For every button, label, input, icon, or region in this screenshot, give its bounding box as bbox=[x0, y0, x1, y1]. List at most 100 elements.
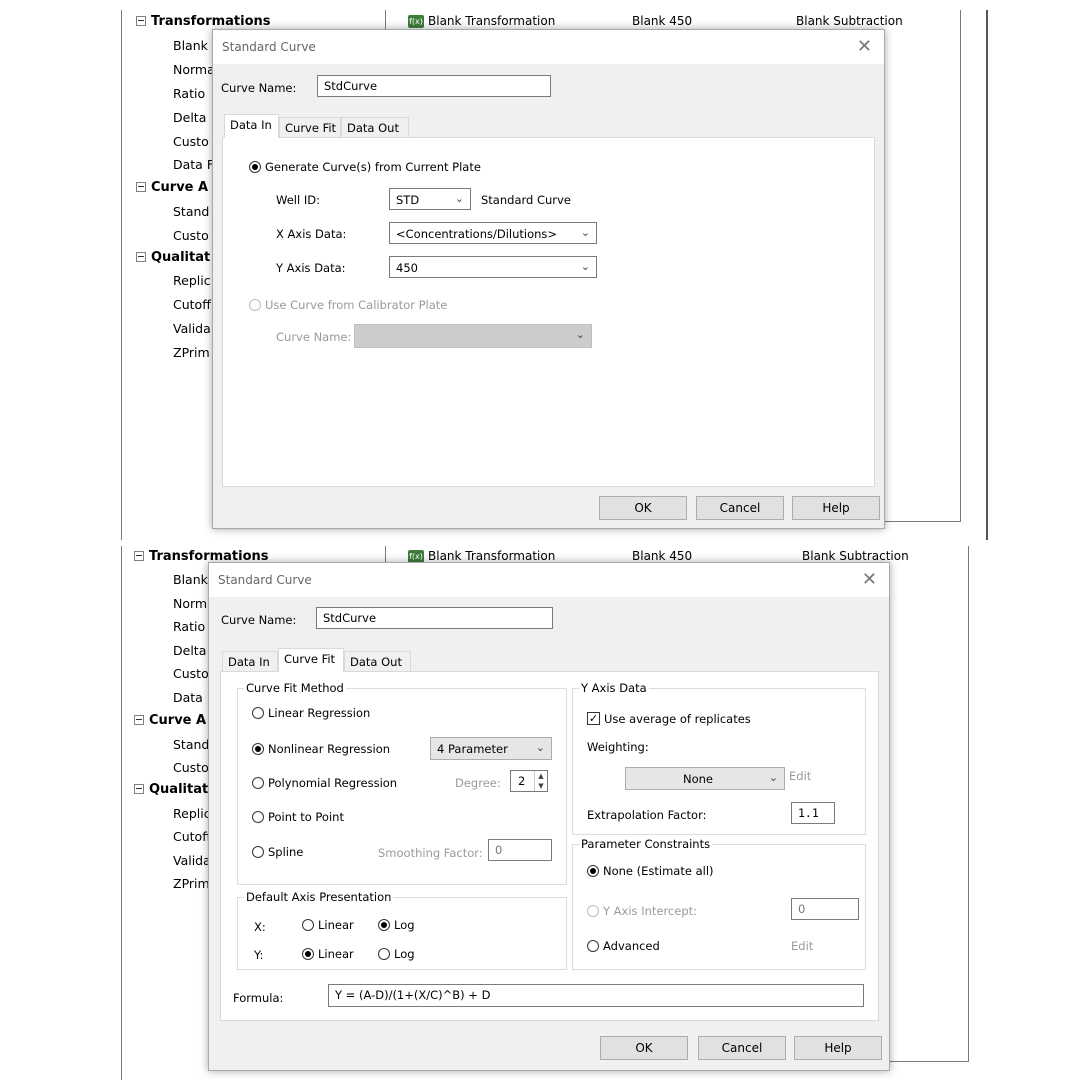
tree-item-ratio[interactable]: Ratio bbox=[173, 619, 205, 634]
calibrator-plate-radio[interactable]: Use Curve from Calibrator Plate bbox=[249, 298, 447, 312]
tab-data-out[interactable]: Data Out bbox=[344, 651, 411, 672]
tab-data-in[interactable]: Data In bbox=[224, 114, 279, 138]
tree-node-qualitative[interactable]: Qualitat bbox=[134, 782, 208, 797]
collapse-icon[interactable] bbox=[134, 550, 144, 561]
extrapolation-factor-input[interactable]: 1.1 bbox=[791, 802, 835, 824]
tree-item-data[interactable]: Data F bbox=[173, 157, 214, 172]
point-to-point-radio[interactable]: Point to Point bbox=[252, 810, 344, 824]
chevron-down-icon: ⌄ bbox=[454, 192, 464, 205]
screenshot-panel-data-in: Transformations Blank Norma Ratio Delta … bbox=[0, 0, 1080, 540]
none-estimate-radio[interactable]: None (Estimate all) bbox=[587, 864, 714, 878]
degree-spinner[interactable]: 2 ▲ ▼ bbox=[510, 770, 548, 792]
transformation-row-name[interactable]: f(x) Blank Transformation bbox=[408, 549, 555, 563]
collapse-icon[interactable] bbox=[136, 15, 146, 26]
tree-item-standard[interactable]: Stand bbox=[173, 737, 209, 752]
y-log-radio[interactable]: Log bbox=[378, 947, 415, 961]
help-button[interactable]: Help bbox=[792, 496, 880, 520]
dialog-title: Standard Curve bbox=[222, 40, 316, 54]
tree-item-standard[interactable]: Stand bbox=[173, 204, 209, 219]
close-icon[interactable]: ✕ bbox=[862, 569, 877, 590]
x-log-radio[interactable]: Log bbox=[378, 918, 415, 932]
tree-node-qualitative[interactable]: Qualitat bbox=[136, 250, 210, 265]
calibrator-curve-select[interactable]: ⌄ bbox=[354, 324, 592, 348]
collapse-icon[interactable] bbox=[136, 181, 146, 192]
tree-item-norma[interactable]: Norma bbox=[173, 62, 215, 77]
smoothing-factor-input[interactable]: 0 bbox=[488, 839, 552, 861]
curve-name-input[interactable]: StdCurve bbox=[317, 75, 551, 97]
tree-item-blank[interactable]: Blank bbox=[173, 38, 208, 53]
advanced-radio[interactable]: Advanced bbox=[587, 939, 660, 953]
tree-item-ratio[interactable]: Ratio bbox=[173, 86, 205, 101]
nonlinear-model-select[interactable]: 4 Parameter ⌄ bbox=[430, 737, 552, 760]
y-intercept-radio[interactable]: Y Axis Intercept: bbox=[587, 904, 697, 918]
tab-curve-fit[interactable]: Curve Fit bbox=[278, 648, 344, 672]
cancel-button[interactable]: Cancel bbox=[696, 496, 784, 520]
tree-item-cutoff[interactable]: Cutoff bbox=[173, 829, 211, 844]
nonlinear-regression-radio[interactable]: Nonlinear Regression bbox=[252, 742, 390, 756]
ok-button[interactable]: OK bbox=[599, 496, 687, 520]
cancel-button[interactable]: Cancel bbox=[698, 1036, 786, 1060]
chevron-down-icon: ⌄ bbox=[768, 771, 778, 784]
tree-item-zprime[interactable]: ZPrim bbox=[173, 345, 210, 360]
weighting-edit-link[interactable]: Edit bbox=[789, 769, 811, 783]
radio-empty-icon bbox=[302, 918, 314, 931]
transformation-row-name[interactable]: f(x) Blank Transformation bbox=[408, 14, 555, 28]
tree-item-blank[interactable]: Blank bbox=[173, 572, 208, 587]
ok-button[interactable]: OK bbox=[600, 1036, 688, 1060]
polynomial-regression-radio[interactable]: Polynomial Regression bbox=[252, 776, 397, 790]
dialog-titlebar[interactable]: Standard Curve ✕ bbox=[209, 563, 889, 597]
window-border-right bbox=[986, 10, 988, 540]
tree-item-validation[interactable]: Valida bbox=[173, 853, 211, 868]
tree-item-replicates[interactable]: Replic bbox=[173, 806, 211, 821]
use-average-checkbox[interactable]: ✓ Use average of replicates bbox=[587, 712, 751, 726]
y-axis-data-label: Y Axis Data: bbox=[276, 261, 346, 275]
list-border-right bbox=[960, 10, 961, 522]
radio-selected-icon bbox=[302, 947, 314, 960]
x-axis-data-select[interactable]: <Concentrations/Dilutions> ⌄ bbox=[389, 222, 597, 244]
tree-node-curve-analysis[interactable]: Curve A bbox=[134, 713, 206, 728]
tree-item-cutoff[interactable]: Cutoff bbox=[173, 297, 211, 312]
advanced-edit-link[interactable]: Edit bbox=[791, 939, 813, 953]
close-icon[interactable]: ✕ bbox=[857, 36, 872, 57]
radio-empty-icon bbox=[252, 776, 264, 789]
collapse-icon[interactable] bbox=[136, 251, 146, 262]
tree-item-custom-curve[interactable]: Custo bbox=[173, 760, 209, 775]
tree-node-transformations[interactable]: Transformations bbox=[136, 14, 271, 29]
dialog-titlebar[interactable]: Standard Curve ✕ bbox=[213, 30, 884, 64]
tree-item-delta[interactable]: Delta bbox=[173, 643, 206, 658]
well-id-select[interactable]: STD ⌄ bbox=[389, 188, 471, 210]
window-border-left bbox=[121, 546, 122, 1080]
tree-item-zprime[interactable]: ZPrim bbox=[173, 876, 210, 891]
spinner-arrows-icon[interactable]: ▲ ▼ bbox=[534, 771, 547, 791]
formula-input[interactable]: Y = (A-D)/(1+(X/C)^B) + D bbox=[328, 984, 864, 1007]
y-linear-radio[interactable]: Linear bbox=[302, 947, 354, 961]
curve-name-label: Curve Name: bbox=[221, 613, 297, 627]
curve-name-input[interactable]: StdCurve bbox=[316, 607, 553, 629]
spline-radio[interactable]: Spline bbox=[252, 845, 303, 859]
collapse-icon[interactable] bbox=[134, 783, 144, 794]
tab-data-in[interactable]: Data In bbox=[222, 651, 278, 672]
x-linear-radio[interactable]: Linear bbox=[302, 918, 354, 932]
tree-item-validation[interactable]: Valida bbox=[173, 321, 211, 336]
extrapolation-factor-label: Extrapolation Factor: bbox=[587, 808, 707, 822]
tab-curve-fit[interactable]: Curve Fit bbox=[279, 117, 341, 138]
formula-label: Formula: bbox=[233, 991, 284, 1005]
y-axis-data-select[interactable]: 450 ⌄ bbox=[389, 256, 597, 278]
tree-item-custom[interactable]: Custo bbox=[173, 134, 209, 149]
tree-item-delta[interactable]: Delta bbox=[173, 110, 206, 125]
help-button[interactable]: Help bbox=[794, 1036, 882, 1060]
data-in-panel: Generate Curve(s) from Current Plate Wel… bbox=[222, 137, 875, 487]
linear-regression-radio[interactable]: Linear Regression bbox=[252, 706, 370, 720]
tree-item-replicates[interactable]: Replic bbox=[173, 273, 211, 288]
y-intercept-input[interactable]: 0 bbox=[791, 898, 859, 920]
curve-fit-method-group: Curve Fit Method Linear Regression Nonli… bbox=[237, 681, 567, 885]
generate-curve-radio[interactable]: Generate Curve(s) from Current Plate bbox=[249, 160, 481, 174]
tree-item-custom-curve[interactable]: Custo bbox=[173, 228, 209, 243]
collapse-icon[interactable] bbox=[134, 714, 144, 725]
weighting-select[interactable]: None ⌄ bbox=[625, 767, 785, 790]
tab-data-out[interactable]: Data Out bbox=[341, 117, 409, 138]
checkmark-icon: ✓ bbox=[587, 712, 600, 725]
radio-selected-icon bbox=[378, 918, 390, 931]
tree-item-custom[interactable]: Custo bbox=[173, 666, 209, 681]
tree-node-curve-analysis[interactable]: Curve A bbox=[136, 180, 208, 195]
